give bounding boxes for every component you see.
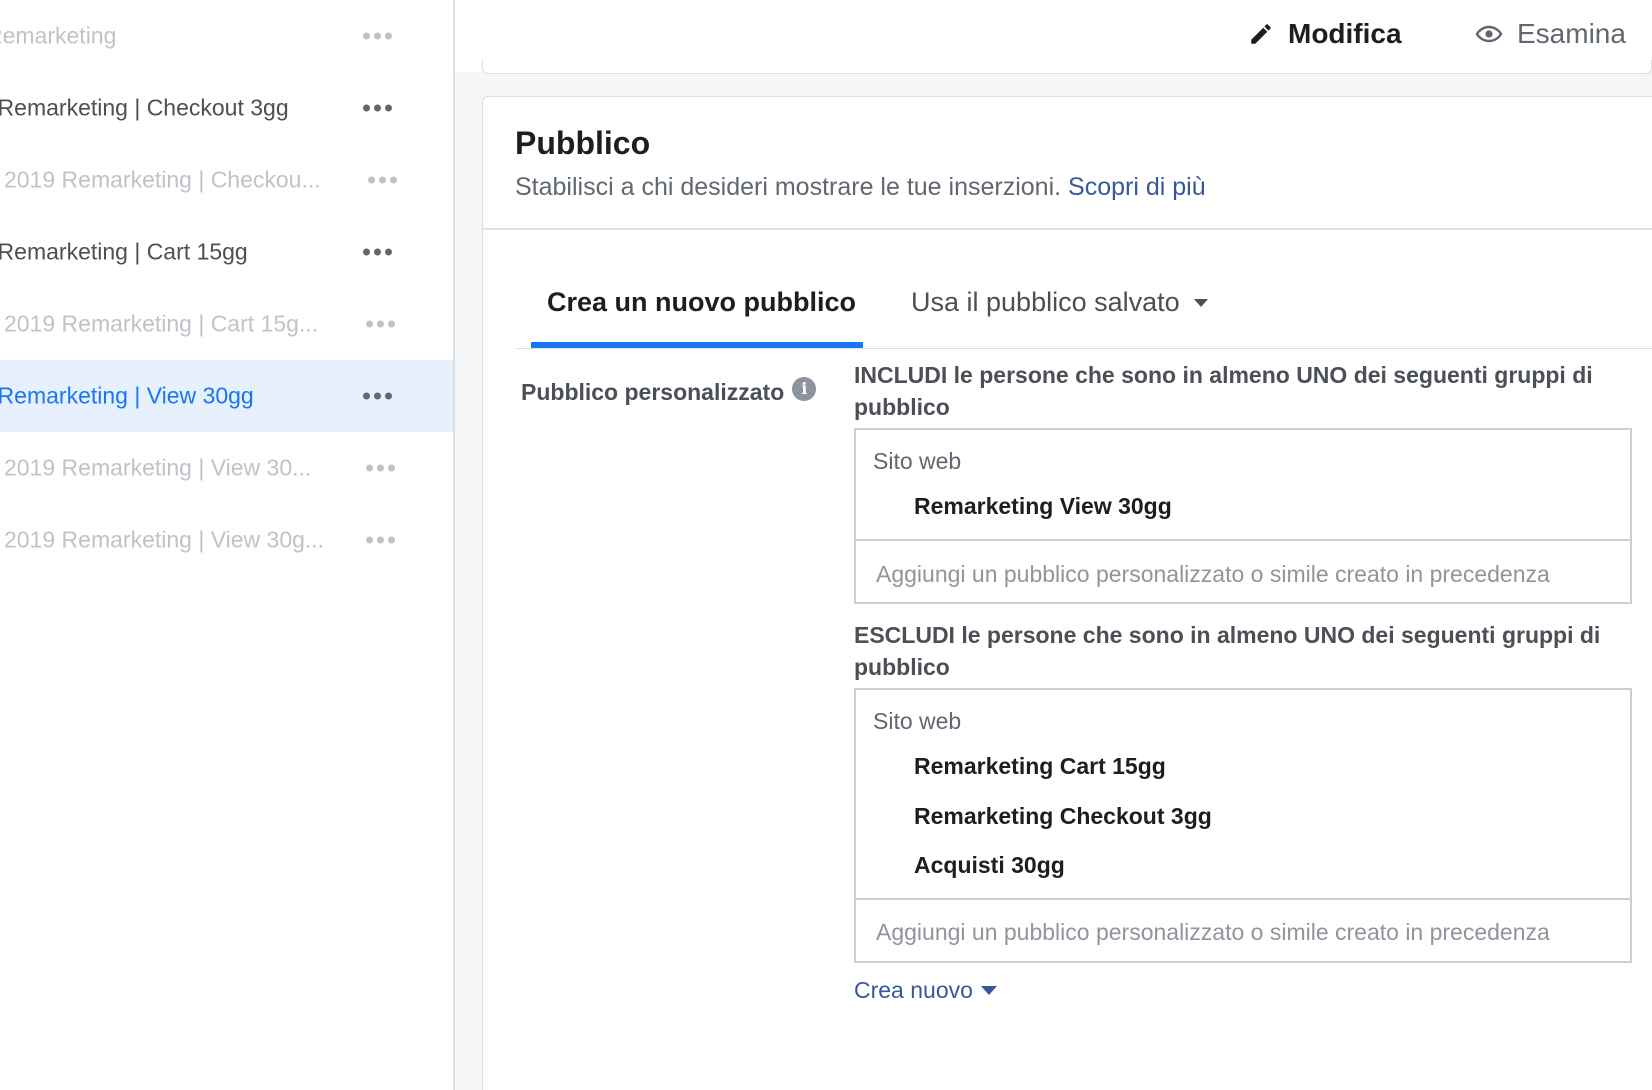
sidebar-item-label: 2019 Remarketing | Checkout 3gg xyxy=(0,94,289,121)
sidebar-item-label: Remarketing xyxy=(0,22,117,49)
sidebar-item-ad-set[interactable]: Remarketing xyxy=(0,0,453,72)
caret-down-icon xyxy=(980,986,997,995)
sidebar-item-ad-set-selected[interactable]: 2019 Remarketing | View 30gg xyxy=(0,360,453,432)
sidebar-item-ad[interactable]: 2019 Remarketing | View 30g... xyxy=(0,504,453,576)
create-new-label: Crea nuovo xyxy=(854,977,973,1003)
eye-icon xyxy=(1475,25,1503,43)
caret-down-icon xyxy=(1193,298,1208,307)
section-title: Pubblico xyxy=(515,125,651,161)
exclude-category: Sito web xyxy=(873,708,962,734)
include-audience-input[interactable]: Aggiungi un pubblico personalizzato o si… xyxy=(876,561,1550,588)
create-new-dropdown[interactable]: Crea nuovo xyxy=(854,977,997,1004)
tab-review-label: Esamina xyxy=(1517,18,1626,49)
info-icon[interactable]: i xyxy=(792,376,817,401)
pencil-icon xyxy=(1251,24,1271,44)
exclude-heading: ESCLUDI le persone che sono in almeno UN… xyxy=(854,622,1601,680)
previous-card-edge xyxy=(482,60,1652,74)
more-options-icon[interactable] xyxy=(366,320,395,328)
exclude-audience-box: Sito web Remarketing Cart 15gg Remarketi… xyxy=(854,688,1632,963)
include-audience-box: Sito web Remarketing View 30gg Aggiungi … xyxy=(854,428,1632,604)
included-audience-item[interactable]: Remarketing View 30gg xyxy=(914,493,1172,520)
more-options-icon[interactable] xyxy=(363,104,392,112)
excluded-audience-item[interactable]: Remarketing Checkout 3gg xyxy=(914,803,1212,830)
box-divider xyxy=(856,539,1630,541)
sidebar-item-label: 2019 Remarketing | Cart 15gg xyxy=(0,238,248,265)
campaign-sidebar: Remarketing 2019 Remarketing | Checkout … xyxy=(0,0,455,1090)
tab-edit[interactable]: Modifica xyxy=(1248,0,1402,68)
exclude-audience-input[interactable]: Aggiungi un pubblico personalizzato o si… xyxy=(876,919,1550,946)
more-options-icon[interactable] xyxy=(366,464,395,472)
sidebar-item-ad[interactable]: 2019 Remarketing | View 30... xyxy=(0,432,453,504)
sidebar-item-label: 2019 Remarketing | View 30g... xyxy=(4,526,325,553)
divider xyxy=(483,228,1652,230)
box-divider xyxy=(856,898,1630,900)
sidebar-item-label: 2019 Remarketing | View 30... xyxy=(4,454,312,481)
include-category: Sito web xyxy=(873,448,962,474)
sidebar-item-label: 2019 Remarketing | Checkou... xyxy=(4,166,321,193)
custom-audience-label: Pubblico personalizzato i xyxy=(521,376,817,406)
learn-more-link[interactable]: Scopri di più xyxy=(1068,173,1206,201)
sidebar-item-label: 2019 Remarketing | Cart 15g... xyxy=(4,310,319,337)
include-heading: INCLUDI le persone che sono in almeno UN… xyxy=(854,362,1593,420)
more-options-icon[interactable] xyxy=(363,248,392,256)
tab-use-saved-audience-label: Usa il pubblico salvato xyxy=(911,287,1180,317)
sidebar-item-ad[interactable]: 2019 Remarketing | Cart 15g... xyxy=(0,288,453,360)
tab-create-new-audience[interactable]: Crea un nuovo pubblico xyxy=(547,287,856,318)
tabs-divider xyxy=(515,348,1652,349)
sidebar-item-ad-set[interactable]: 2019 Remarketing | Cart 15gg xyxy=(0,216,453,288)
sidebar-item-label: 2019 Remarketing | View 30gg xyxy=(0,382,254,409)
more-options-icon[interactable] xyxy=(368,176,397,184)
custom-audience-label-text: Pubblico personalizzato xyxy=(521,379,785,405)
excluded-audience-item[interactable]: Remarketing Cart 15gg xyxy=(914,753,1166,780)
audience-card: Pubblico Stabilisci a chi desideri mostr… xyxy=(482,96,1652,1090)
excluded-audience-item[interactable]: Acquisti 30gg xyxy=(914,852,1065,879)
sidebar-item-ad-set[interactable]: 2019 Remarketing | Checkout 3gg xyxy=(0,72,453,144)
tab-edit-label: Modifica xyxy=(1288,18,1402,49)
more-options-icon[interactable] xyxy=(363,392,392,400)
section-subtitle: Stabilisci a chi desideri mostrare le tu… xyxy=(515,173,1206,202)
more-options-icon[interactable] xyxy=(366,536,395,544)
tab-use-saved-audience[interactable]: Usa il pubblico salvato xyxy=(911,287,1208,318)
sidebar-item-ad[interactable]: 2019 Remarketing | Checkou... xyxy=(0,144,453,216)
section-subtitle-text: Stabilisci a chi desideri mostrare le tu… xyxy=(515,173,1062,201)
tab-review[interactable]: Esamina xyxy=(1475,0,1626,68)
more-options-icon[interactable] xyxy=(363,32,392,40)
